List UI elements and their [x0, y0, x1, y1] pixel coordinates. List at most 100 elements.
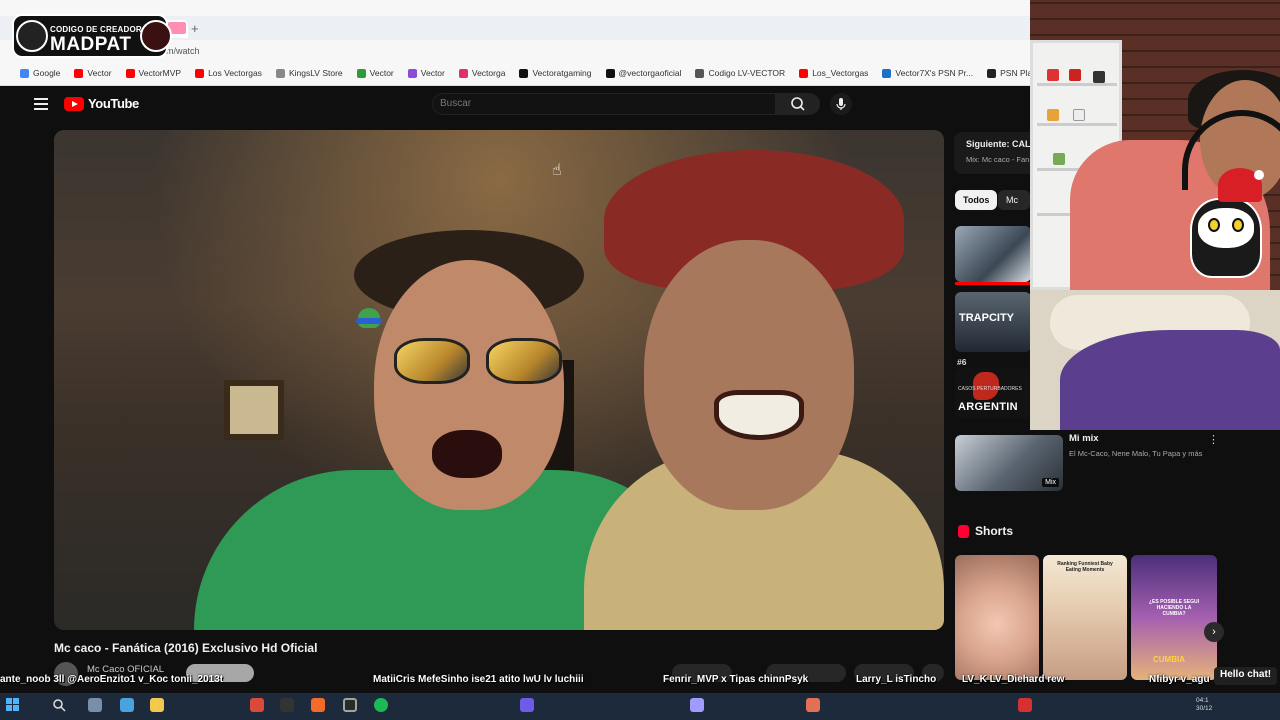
short-caption: ¿ES POSIBLE SEGUI HACIENDO LA CUMBIA?	[1148, 599, 1199, 617]
thumbnail-caption: CASOS PERTURBADORES	[958, 386, 1022, 392]
clock-date: 30/12	[1196, 705, 1213, 712]
short-thumbnail[interactable]	[955, 555, 1039, 680]
up-next-subtitle: Mix: Mc caco - Fan	[966, 155, 1030, 164]
start-windows-icon[interactable]	[6, 698, 20, 712]
hamburger-menu-icon[interactable]	[34, 98, 48, 110]
chat-ticker: ante_noob 3ll @AeroEnzito1 v_Koc tonii_2…	[0, 672, 1280, 690]
bookmark-favicon-icon	[125, 68, 135, 78]
creator-code-badge: CODIGO DE CREADOR MADPAT	[12, 8, 172, 60]
windows-taskbar	[0, 693, 1280, 720]
bookmark-label: Vector	[420, 68, 445, 78]
mouse-pointer-icon: ☝	[552, 162, 562, 179]
bookmark-favicon-icon	[987, 68, 997, 78]
badge-caption: CODIGO DE CREADOR	[50, 25, 142, 34]
mix-title[interactable]: Mi mix	[1069, 433, 1099, 444]
watch-progress-bar	[955, 282, 1031, 285]
mascot-left-icon	[16, 20, 48, 52]
bookmark-label: Google	[33, 68, 61, 78]
bookmark-label: KingsLV Store	[288, 68, 343, 78]
brave-icon[interactable]	[311, 698, 325, 712]
system-clock[interactable]: 04:1 30/12	[1196, 697, 1212, 713]
chip-mc-caco[interactable]: Mc C	[998, 190, 1030, 210]
obs-icon[interactable]	[343, 698, 357, 712]
chat-message: Fenrir_MVP x Tipas chinnPsyk	[663, 674, 809, 685]
short-thumbnail[interactable]: Ranking Funniest Baby Eating Moments	[1043, 555, 1127, 680]
bookmark-item[interactable]: Vector	[74, 66, 112, 80]
hello-chat-badge: Hello chat!	[1214, 667, 1278, 685]
address-bar-url[interactable]: m/watch	[166, 46, 200, 56]
short-badge: CUMBIA	[1153, 655, 1185, 664]
thumbnail-text: ARGENTIN	[958, 401, 1018, 413]
bookmark-item[interactable]: Vectoratgaming	[519, 66, 592, 80]
pepe-emote-icon	[356, 308, 382, 328]
search-icon[interactable]	[52, 698, 66, 712]
short-thumbnail[interactable]: ¿ES POSIBLE SEGUI HACIENDO LA CUMBIA? CU…	[1131, 555, 1217, 680]
bookmark-favicon-icon	[356, 68, 366, 78]
chat-message: Nfibyr v_agu	[1149, 674, 1210, 685]
task-view-icon[interactable]	[88, 698, 102, 712]
bookmark-item[interactable]: @vectorgaoficial	[605, 66, 681, 80]
video-title: Mc caco - Fanática (2016) Exclusivo Hd O…	[54, 641, 318, 655]
bookmark-favicon-icon	[695, 68, 705, 78]
bookmark-item[interactable]: Vector	[356, 66, 394, 80]
bookmark-favicon-icon	[195, 68, 205, 78]
bookmark-favicon-icon	[458, 68, 468, 78]
app-icon[interactable]	[1018, 698, 1032, 712]
search-icon	[791, 97, 805, 111]
chat-message: ante_noob 3ll @AeroEnzito1 v_Koc tonii_2…	[0, 674, 224, 685]
bookmark-favicon-icon	[407, 68, 417, 78]
mix-subtitle: El Mc-Caco, Nene Malo, Tu Papa y más	[1069, 449, 1203, 458]
app-icon[interactable]	[520, 698, 534, 712]
bookmark-label: Vector7X's PSN Pr...	[895, 68, 974, 78]
bookmark-label: Vector	[369, 68, 394, 78]
bookmark-item[interactable]: Codigo LV-VECTOR	[695, 66, 785, 80]
new-tab-plus-icon[interactable]: +	[191, 21, 199, 36]
app-icon[interactable]	[250, 698, 264, 712]
video-player[interactable]: ☝	[54, 130, 944, 630]
chat-message: LV_K LV_Diehard rew	[962, 674, 1065, 685]
search-input[interactable]: Buscar	[432, 93, 776, 115]
related-video-thumbnail[interactable]	[955, 226, 1031, 282]
app-icon[interactable]	[806, 698, 820, 712]
app-icon[interactable]	[120, 698, 134, 712]
related-video-thumbnail[interactable]: CASOS PERTURBADORES ARGENTIN	[955, 368, 1031, 418]
app-icon[interactable]	[690, 698, 704, 712]
voice-search-button[interactable]	[830, 93, 852, 115]
up-next-title: Siguiente: CALL	[966, 139, 1036, 149]
spotify-icon[interactable]	[374, 698, 388, 712]
bookmark-item[interactable]: KingsLV Store	[275, 66, 343, 80]
bookmark-item[interactable]: Vectorga	[458, 66, 506, 80]
folder-icon[interactable]	[150, 698, 164, 712]
more-vert-icon[interactable]: ⋮	[1208, 433, 1219, 446]
bookmark-label: Codigo LV-VECTOR	[708, 68, 786, 78]
bookmark-item[interactable]: Google	[20, 66, 60, 80]
rank-label: #6	[957, 357, 967, 367]
search-button[interactable]	[776, 93, 820, 115]
bookmark-label: Los Vectorgas	[208, 68, 262, 78]
bookmark-item[interactable]: Vector	[407, 66, 445, 80]
chat-message: Larry_L isTincho	[856, 674, 937, 685]
address-bar[interactable]	[60, 44, 1030, 60]
clock-time: 04:1	[1196, 697, 1209, 704]
mix-thumbnail[interactable]: Mix	[955, 435, 1063, 491]
microphone-icon	[836, 98, 846, 110]
shorts-next-arrow-icon[interactable]: ›	[1204, 622, 1224, 642]
chip-todos[interactable]: Todos	[955, 190, 998, 210]
singer-right	[574, 150, 944, 630]
bookmark-label: Vectorga	[471, 68, 506, 78]
bookmark-favicon-icon	[275, 68, 285, 78]
bookmark-label: Vector	[87, 68, 112, 78]
bookmark-item[interactable]: Los Vectorgas	[195, 66, 262, 80]
bookmark-favicon-icon	[882, 68, 892, 78]
bookmark-item[interactable]: Vector7X's PSN Pr...	[882, 66, 973, 80]
thumbnail-text: TRAPCITY	[959, 312, 1014, 324]
bookmark-item[interactable]: VectorMVP	[125, 66, 181, 80]
youtube-logo[interactable]: YouTube	[64, 96, 139, 111]
app-icon[interactable]	[280, 698, 294, 712]
related-video-thumbnail[interactable]: TRAPCITY	[955, 292, 1031, 352]
short-caption: Ranking Funniest Baby Eating Moments	[1057, 561, 1113, 573]
bookmark-label: Vectoratgaming	[532, 68, 592, 78]
bookmark-label: Los_Vectorgas	[812, 68, 869, 78]
bookmark-item[interactable]: Los_Vectorgas	[799, 66, 868, 80]
screen: + m/watch Google Vector VectorMVP Los Vecto…	[0, 0, 1280, 720]
